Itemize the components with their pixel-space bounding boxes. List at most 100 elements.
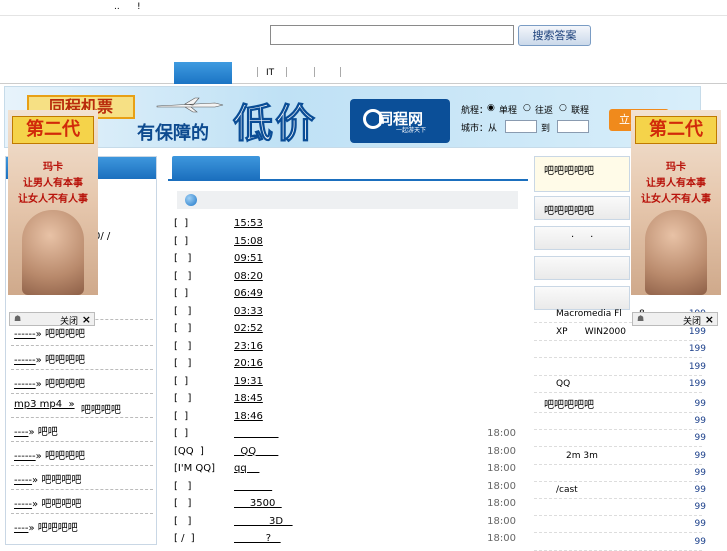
article-category: [ ] [174, 515, 192, 527]
article-row[interactable]: [ ] 20:16 [168, 356, 518, 373]
radio-multi-icon[interactable]: ○ [559, 103, 567, 113]
search-input[interactable] [270, 25, 514, 45]
article-link[interactable]: 03:33 [234, 306, 263, 317]
download-row[interactable]: 199 [534, 341, 706, 358]
article-row[interactable]: [ ] 18:00 [168, 426, 518, 443]
download-row[interactable]: XP WIN2000 199 [534, 324, 706, 341]
from-city-input[interactable] [505, 120, 537, 133]
article-row[interactable]: [ ] 03:33 [168, 304, 518, 321]
list-item[interactable]: ‐‐‐‐‐‐» 吧吧吧吧 [14, 351, 154, 369]
list-item[interactable]: ‐‐‐‐‐» 吧吧吧吧 [14, 495, 154, 513]
download-title[interactable]: QQ [556, 379, 570, 389]
center-tab[interactable] [172, 156, 260, 180]
article-row[interactable]: [ ] 15:08 [168, 234, 518, 251]
article-link[interactable]: QQ [234, 446, 278, 457]
route-label: 航程： [461, 106, 489, 116]
list-item-text: mp3 mp4 » [14, 399, 75, 410]
close-icon[interactable]: × [705, 313, 714, 326]
route-multi-label: 联程 [571, 106, 590, 116]
float-ad-right[interactable]: 第二代 玛卡 让男人有本事 让女人不有人事 [631, 110, 721, 295]
article-link[interactable] [234, 481, 272, 492]
article-link[interactable]: 18:46 [234, 411, 263, 422]
center-column: [ ] 15:53 [ ] 15:08 [ ] 09:51 [ ] 08:20 [ ] 06:49… [168, 156, 528, 545]
list-item-suffix: 吧吧 [37, 427, 58, 438]
download-count: 199 [688, 361, 706, 372]
download-row[interactable]: 99 [534, 516, 706, 534]
right-box[interactable]: · · [534, 226, 630, 250]
article-link[interactable] [234, 428, 279, 439]
article-link[interactable]: 08:20 [234, 271, 263, 282]
download-title[interactable]: 2m 3m [566, 451, 598, 461]
list-item-suffix: 吧吧吧吧 [44, 355, 85, 366]
close-label[interactable]: 关闭 [60, 314, 78, 327]
article-row[interactable]: [ ] 19:31 [168, 374, 518, 391]
article-link[interactable]: 23:16 [234, 341, 263, 352]
to-city-input[interactable] [557, 120, 589, 133]
article-link[interactable]: qq [234, 463, 259, 474]
right-box-label: · · [571, 232, 594, 243]
nav-tab-it[interactable]: IT [266, 68, 274, 78]
radio-single-icon[interactable]: ◉ [487, 103, 495, 113]
right-box[interactable] [534, 256, 630, 280]
list-item[interactable]: ‐‐‐‐‐‐» 吧吧吧吧 [14, 447, 154, 465]
list-item[interactable]: mp3 mp4 » 吧吧吧吧 [14, 395, 154, 416]
list-item[interactable]: ‐‐‐‐‐‐» 吧吧吧吧 [14, 375, 154, 393]
search-button[interactable]: 搜索答案 [518, 25, 591, 46]
article-link[interactable]: 19:31 [234, 376, 263, 387]
flight-ad-banner[interactable]: 同程机票 有保障的 低价 同程网 一起游天下 航程： ◉ 单程 ○ 往返 ○ 联程… [4, 86, 701, 148]
article-category: [ ] [174, 498, 192, 509]
article-row[interactable]: [ ] 09:51 [168, 251, 518, 268]
download-row[interactable]: /cast 99 [534, 482, 706, 499]
close-icon[interactable]: × [82, 313, 91, 326]
download-row[interactable]: 99 [534, 534, 706, 551]
article-link[interactable]: 15:53 [234, 218, 263, 229]
list-item[interactable]: ‐‐‐‐» 吧吧吧吧 [14, 519, 154, 537]
download-row[interactable]: 2m 3m 99 [534, 448, 706, 465]
article-row[interactable]: [ ] 08:20 [168, 269, 518, 286]
article-link[interactable]: 02:52 [234, 323, 263, 334]
article-row[interactable]: [ ] 3500 18:00 [168, 496, 518, 513]
article-row[interactable]: [ ] 18:45 [168, 391, 518, 408]
article-row[interactable]: [ ] 23:16 [168, 339, 518, 356]
article-link[interactable]: 15:08 [234, 236, 263, 247]
list-item-dash: ‐‐‐‐‐ [14, 475, 33, 486]
article-link[interactable]: 09:51 [234, 253, 263, 264]
article-link[interactable]: 06:49 [234, 288, 263, 299]
download-row[interactable]: 99 [534, 499, 706, 517]
article-row[interactable]: [ ] 02:52 [168, 321, 518, 338]
download-title[interactable]: /cast [556, 485, 578, 495]
download-row[interactable]: 99 [534, 465, 706, 482]
bullet-icon [185, 194, 197, 206]
article-link[interactable]: 3500 [234, 498, 282, 509]
download-row[interactable]: 99 [534, 413, 706, 431]
float-ad-close-bar[interactable]: ☗ 关闭 × [632, 312, 718, 327]
download-row[interactable]: QQ 199 [534, 376, 706, 393]
article-row[interactable]: [ ] 06:49 [168, 286, 518, 303]
list-item[interactable]: ‐‐‐‐» 吧吧 [14, 423, 154, 441]
article-row[interactable]: [ ] 18:46 [168, 409, 518, 426]
article-row[interactable]: [I'M QQ] qq 18:00 [168, 461, 518, 478]
airplane-icon [156, 97, 224, 113]
radio-round-icon[interactable]: ○ [523, 103, 531, 113]
download-title[interactable]: XP WIN2000 [556, 327, 626, 337]
list-item[interactable]: ‐‐‐‐‐» 吧吧吧吧 [14, 471, 154, 489]
download-row[interactable]: 199 [534, 359, 706, 376]
article-link[interactable]: 3D [234, 516, 293, 527]
float-ad-close-bar[interactable]: ☗ 关闭 × [9, 312, 95, 327]
article-row[interactable]: [ ] 3D 18:00 [168, 514, 518, 531]
article-link[interactable]: 18:45 [234, 393, 263, 404]
nav-separator [257, 67, 258, 77]
article-row[interactable]: [ ] 15:53 [168, 216, 518, 233]
article-link[interactable]: 20:16 [234, 358, 263, 369]
download-row[interactable]: 99 [534, 430, 706, 448]
article-row[interactable]: [ / ] ? 18:00 [168, 531, 518, 548]
nav-tab-active[interactable] [174, 62, 232, 84]
float-ad-left[interactable]: 第二代 玛卡 让男人有本事 让女人不有人事 [8, 110, 98, 295]
article-row[interactable]: [QQ ] QQ 18:00 [168, 444, 518, 461]
list-item[interactable]: ‐‐‐‐‐‐» 吧吧吧吧 [14, 325, 154, 343]
close-label[interactable]: 关闭 [683, 314, 701, 327]
right-box[interactable]: 吧吧吧吧吧 [534, 196, 630, 220]
article-link[interactable]: ? [234, 533, 281, 544]
right-box[interactable]: 吧吧吧吧吧 [534, 156, 630, 192]
article-row[interactable]: [ ] 18:00 [168, 479, 518, 496]
